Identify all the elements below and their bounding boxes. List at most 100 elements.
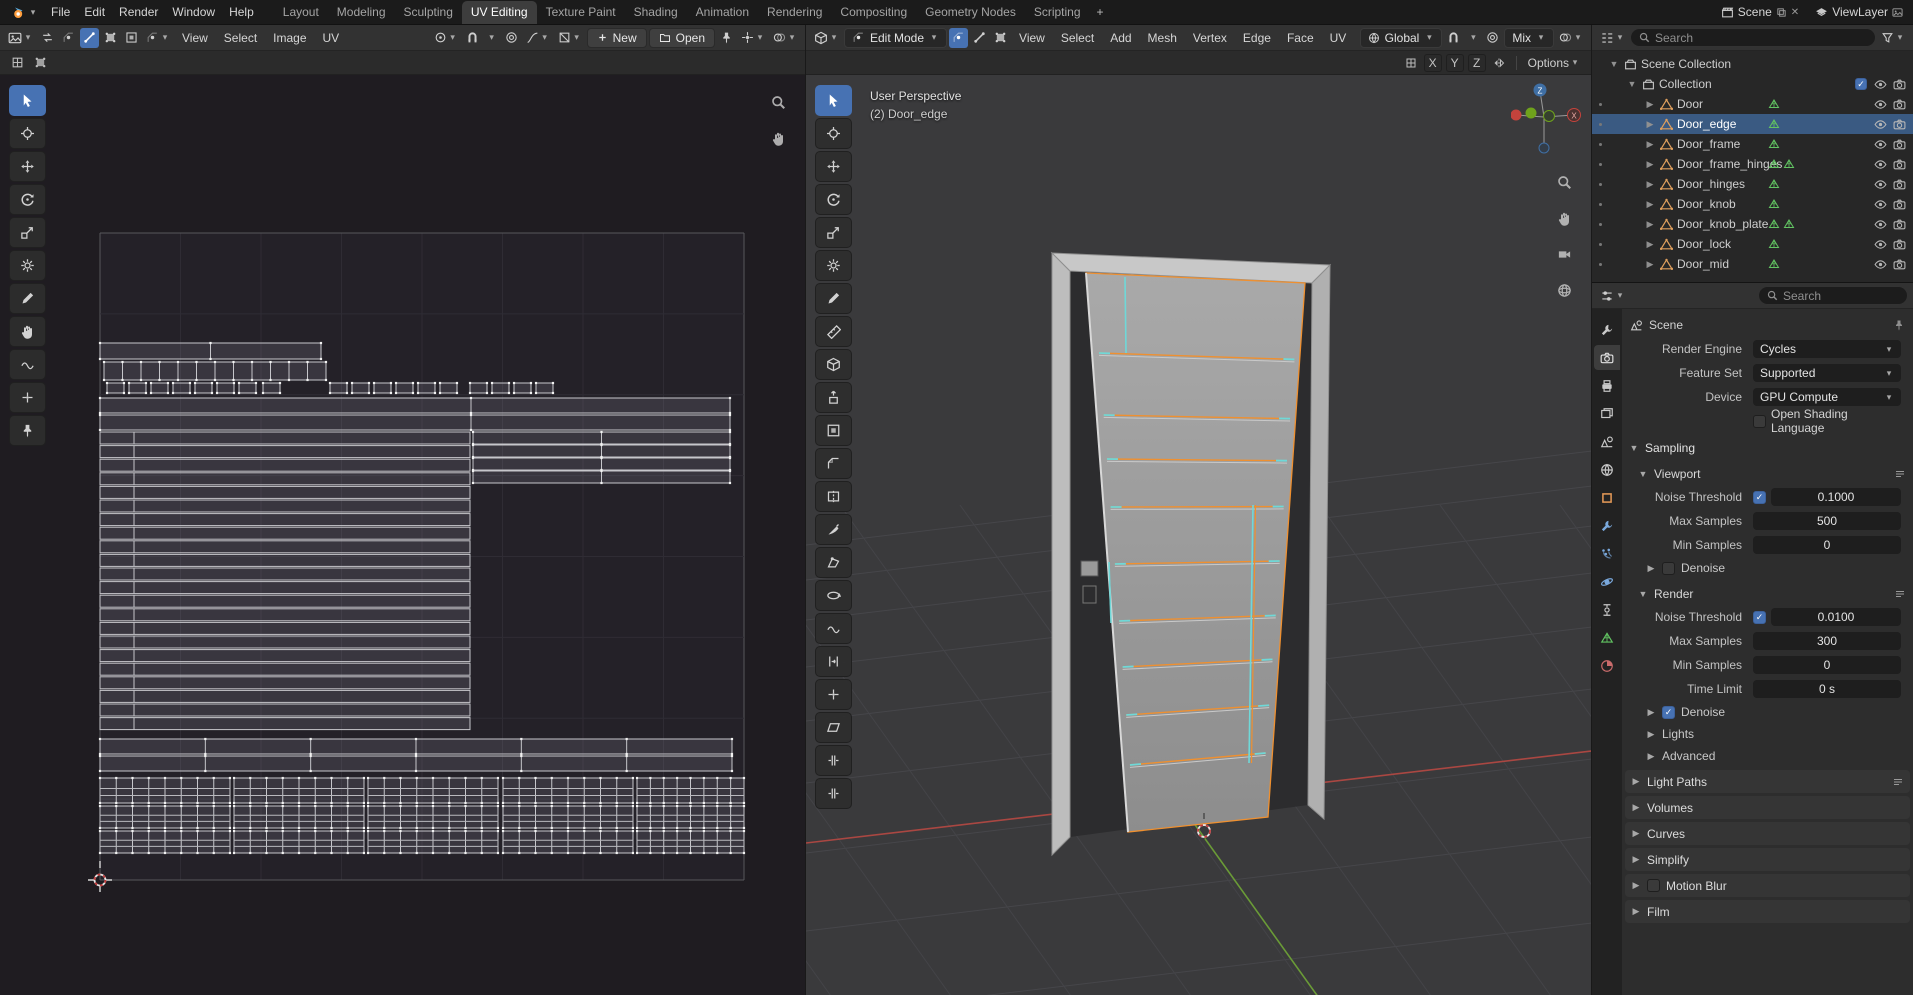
- render-visibility-camera-icon[interactable]: [1893, 218, 1906, 231]
- uv-sticky-select-dropdown[interactable]: ▾: [143, 28, 173, 48]
- render-visibility-camera-icon[interactable]: [1893, 78, 1906, 91]
- uv-select-sync-toggle[interactable]: [38, 28, 57, 48]
- render-visibility-camera-icon[interactable]: [1893, 178, 1906, 191]
- uv-tool-settings-button-2[interactable]: [31, 53, 50, 73]
- uv-tool-annotate[interactable]: [9, 283, 46, 314]
- visibility-eye-icon[interactable]: [1874, 138, 1887, 151]
- uv-pin-button[interactable]: [717, 28, 736, 48]
- workspace-tab-compositing[interactable]: Compositing: [831, 1, 916, 24]
- viewport-snap-dropdown[interactable]: ▾: [1465, 28, 1481, 48]
- preset-menu-icon[interactable]: [1892, 776, 1904, 788]
- render-visibility-camera-icon[interactable]: [1893, 98, 1906, 111]
- uv-tool-transform[interactable]: [9, 250, 46, 281]
- panel-header-render[interactable]: ▼ Render: [1622, 582, 1913, 605]
- pin-id-icon[interactable]: [1893, 319, 1905, 331]
- render-visibility-camera-icon[interactable]: [1893, 138, 1906, 151]
- viewport-menu-select[interactable]: Select: [1054, 28, 1101, 48]
- viewport-menu-face[interactable]: Face: [1280, 28, 1321, 48]
- mirror-axis-y-toggle[interactable]: Y: [1445, 53, 1464, 72]
- outliner-row-door-lock[interactable]: ▶ Door_lock: [1592, 234, 1913, 254]
- workspace-tab-animation[interactable]: Animation: [687, 1, 758, 24]
- mirror-axis-z-toggle[interactable]: Z: [1467, 53, 1486, 72]
- properties-tab-object-data[interactable]: [1594, 625, 1620, 650]
- uv-tool-move[interactable]: [9, 151, 46, 182]
- transform-gizmos-button[interactable]: [1402, 53, 1420, 73]
- uv-proportional-falloff-dropdown[interactable]: ▾: [523, 28, 553, 48]
- render-visibility-camera-icon[interactable]: [1893, 198, 1906, 211]
- viewport-tool-select-box[interactable]: [815, 85, 852, 116]
- disclosure-closed-icon[interactable]: ▶: [1644, 259, 1656, 270]
- outliner-row-door[interactable]: ▶ Door: [1592, 94, 1913, 114]
- unlink-scene-icon[interactable]: ✕: [1791, 7, 1799, 18]
- viewport-tool-loop-cut[interactable]: [815, 481, 852, 512]
- uv-menu-select[interactable]: Select: [217, 28, 264, 48]
- subpanel-denoise[interactable]: ▶ Denoise: [1622, 557, 1913, 579]
- uv-snap-dropdown[interactable]: ▾: [484, 28, 500, 48]
- noise-threshold-field[interactable]: 0.1000: [1771, 488, 1901, 506]
- render-visibility-camera-icon[interactable]: [1893, 258, 1906, 271]
- min-samples-field[interactable]: 0: [1753, 536, 1901, 554]
- uv-zoom-button[interactable]: [767, 91, 789, 113]
- panel-header-sampling[interactable]: ▼ Sampling: [1622, 436, 1913, 459]
- uv-tool-relax[interactable]: [9, 349, 46, 380]
- properties-tab-world[interactable]: [1594, 457, 1620, 482]
- uv-editor-type-button[interactable]: ▾: [5, 28, 36, 48]
- new-scene-icon[interactable]: [1776, 7, 1787, 18]
- uv-tool-cursor[interactable]: [9, 118, 46, 149]
- new-viewlayer-icon[interactable]: [1892, 7, 1903, 18]
- outliner-row-door-hinges[interactable]: ▶ Door_hinges: [1592, 174, 1913, 194]
- properties-tab-view-layer[interactable]: [1594, 401, 1620, 426]
- viewport-tool-measure[interactable]: [815, 316, 852, 347]
- uv-select-mode-island[interactable]: [122, 28, 141, 48]
- subpanel-denoise[interactable]: ▶ ✓ Denoise: [1622, 701, 1913, 723]
- disclosure-closed-icon[interactable]: ▶: [1644, 219, 1656, 230]
- collection-exclude-checkbox[interactable]: ✓: [1855, 78, 1867, 90]
- mesh-select-mode-vertex[interactable]: [949, 27, 969, 48]
- open-shading-language-checkbox[interactable]: [1753, 414, 1766, 428]
- visibility-eye-icon[interactable]: [1874, 198, 1887, 211]
- viewport-menu-view[interactable]: View: [1012, 28, 1052, 48]
- transform-orientation-dropdown[interactable]: Global ▾: [1359, 27, 1443, 48]
- uv-proportional-edit-toggle[interactable]: [502, 28, 521, 48]
- topbar-menu-render[interactable]: Render: [112, 2, 165, 22]
- mix-dropdown[interactable]: Mix ▾: [1504, 27, 1554, 48]
- tool-options-dropdown[interactable]: Options ▾: [1525, 53, 1583, 73]
- blender-menu-button[interactable]: ▾: [6, 3, 43, 22]
- workspace-tab-uv-editing[interactable]: UV Editing: [461, 0, 537, 24]
- mesh-select-mode-edge[interactable]: [970, 28, 989, 48]
- uv-canvas[interactable]: [0, 75, 805, 995]
- open-image-button[interactable]: Open: [648, 27, 715, 48]
- viewport-menu-vertex[interactable]: Vertex: [1186, 28, 1234, 48]
- properties-search-input[interactable]: Search: [1758, 286, 1908, 305]
- outliner-editor-type-button[interactable]: ▾: [1597, 28, 1628, 48]
- viewport-tool-edge-slide[interactable]: [815, 646, 852, 677]
- noise-threshold-checkbox[interactable]: ✓: [1753, 610, 1766, 624]
- viewport-tool-shear[interactable]: [815, 712, 852, 743]
- panel-simplify[interactable]: ▶ Simplify: [1625, 848, 1910, 871]
- viewport-3d-canvas[interactable]: User Perspective (2) Door_edge XZ: [806, 75, 1591, 995]
- uv-menu-uv[interactable]: UV: [316, 28, 347, 48]
- viewport-tool-cursor[interactable]: [815, 118, 852, 149]
- outliner-row-door-knob-plate[interactable]: ▶ Door_knob_plate: [1592, 214, 1913, 234]
- workspace-tab-rendering[interactable]: Rendering: [758, 1, 831, 24]
- uv-select-mode-vertex[interactable]: [59, 28, 78, 48]
- visibility-eye-icon[interactable]: [1874, 218, 1887, 231]
- time-limit-field[interactable]: 0 s: [1753, 680, 1901, 698]
- feature-set-dropdown[interactable]: Supported ▾: [1753, 364, 1901, 382]
- uv-display-channels-dropdown[interactable]: ▾: [555, 28, 585, 48]
- uv-select-mode-face[interactable]: [101, 28, 120, 48]
- outliner-row-door-frame-hinges[interactable]: ▶ Door_frame_hinges: [1592, 154, 1913, 174]
- viewport-tool-extrude-region[interactable]: [815, 382, 852, 413]
- viewport-tool-rip-edge[interactable]: [815, 778, 852, 809]
- uv-select-mode-edge[interactable]: [80, 27, 99, 48]
- outliner-row-door-edge[interactable]: ▶ Door_edge: [1592, 114, 1913, 134]
- disclosure-closed-icon[interactable]: ▶: [1644, 119, 1656, 130]
- mirror-options-button[interactable]: [1490, 53, 1508, 73]
- viewport-zoom-button[interactable]: [1553, 171, 1575, 193]
- noise-threshold-checkbox[interactable]: ✓: [1753, 490, 1766, 504]
- max-samples-field[interactable]: 500: [1753, 512, 1901, 530]
- disclosure-closed-icon[interactable]: ▶: [1644, 179, 1656, 190]
- disclosure-closed-icon[interactable]: ▶: [1644, 99, 1656, 110]
- properties-tab-modifiers[interactable]: [1594, 513, 1620, 538]
- subpanel-lights[interactable]: ▶ Lights: [1622, 723, 1913, 745]
